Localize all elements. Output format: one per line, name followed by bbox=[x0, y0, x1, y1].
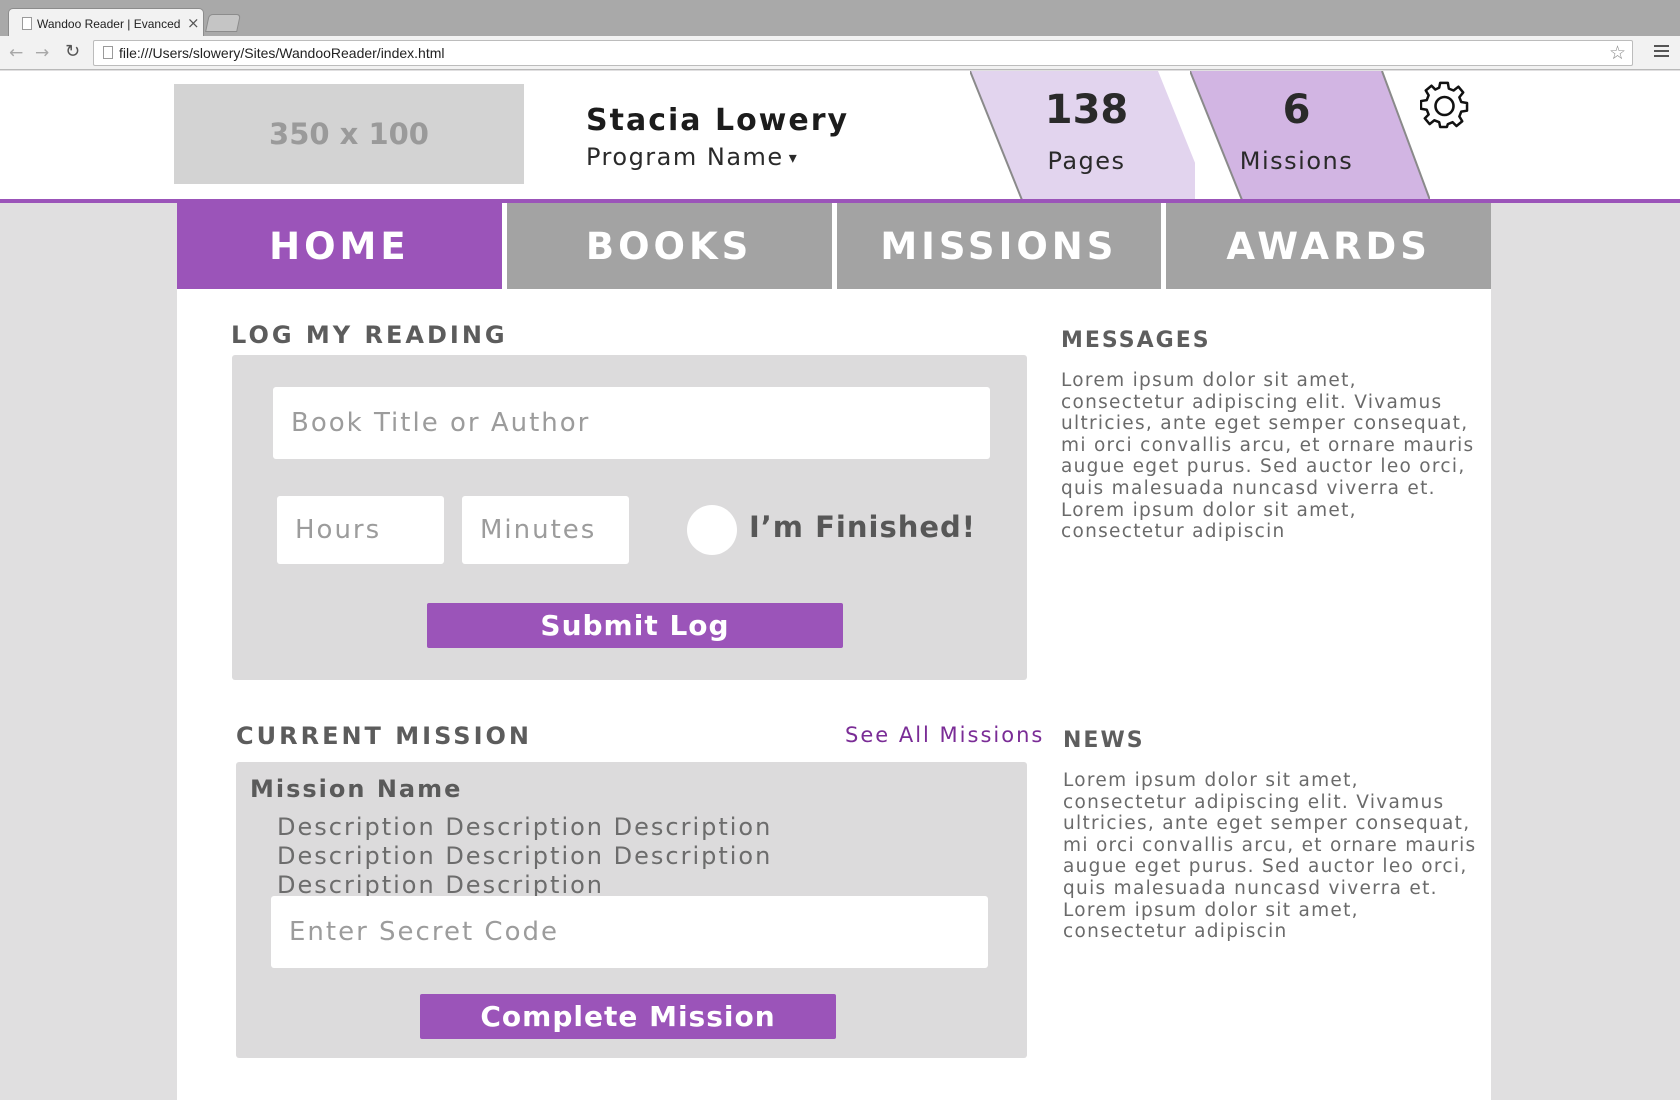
book-search-input[interactable] bbox=[273, 387, 990, 459]
log-reading-panel: I’m Finished! Submit Log bbox=[232, 355, 1027, 680]
user-name: Stacia Lowery bbox=[586, 103, 850, 138]
tab-missions[interactable]: MISSIONS bbox=[836, 203, 1162, 289]
hours-input[interactable] bbox=[277, 496, 444, 564]
secret-code-input[interactable] bbox=[271, 896, 988, 968]
chevron-down-icon: ▾ bbox=[788, 148, 799, 167]
url-text[interactable]: file:///Users/slowery/Sites/WandooReader… bbox=[119, 45, 445, 61]
new-tab-button[interactable] bbox=[205, 14, 241, 32]
tab-books[interactable]: BOOKS bbox=[506, 203, 832, 289]
browser-toolbar: ← → ↻ file:///Users/slowery/Sites/Wandoo… bbox=[0, 36, 1680, 70]
main-nav: HOME BOOKS MISSIONS AWARDS bbox=[177, 203, 1491, 289]
browser-tab-title: Wandoo Reader | Evanced bbox=[37, 17, 181, 31]
news-body: Lorem ipsum dolor sit amet, consectetur … bbox=[1063, 770, 1477, 943]
missions-count: 6 bbox=[1282, 87, 1311, 133]
program-label: Program Name bbox=[586, 143, 784, 171]
program-select[interactable]: Program Name ▾ bbox=[586, 143, 798, 171]
document-icon bbox=[22, 17, 32, 30]
pages-label: Pages bbox=[1047, 147, 1126, 175]
hamburger-icon[interactable] bbox=[1654, 45, 1669, 60]
browser-tab[interactable]: Wandoo Reader | Evanced × bbox=[8, 8, 204, 38]
finished-label: I’m Finished! bbox=[749, 510, 977, 544]
messages-title: MESSAGES bbox=[1061, 328, 1211, 353]
log-reading-title: LOG MY READING bbox=[231, 321, 508, 349]
main-content: HOME BOOKS MISSIONS AWARDS LOG MY READIN… bbox=[177, 203, 1491, 1100]
missions-label: Missions bbox=[1239, 147, 1354, 175]
arrow-right-icon[interactable]: → bbox=[35, 43, 49, 63]
browser-tab-strip: Wandoo Reader | Evanced × bbox=[0, 0, 1680, 38]
tab-awards[interactable]: AWARDS bbox=[1166, 203, 1491, 289]
mission-description: Description Description Description Desc… bbox=[277, 813, 773, 899]
pages-stat[interactable]: 138 Pages bbox=[970, 71, 1195, 200]
missions-stat[interactable]: 6 Missions bbox=[1190, 71, 1430, 200]
submit-log-button[interactable]: Submit Log bbox=[427, 603, 843, 648]
current-mission-panel: Mission Name Description Description Des… bbox=[236, 762, 1027, 1058]
star-icon[interactable]: ☆ bbox=[1609, 42, 1626, 64]
complete-mission-button[interactable]: Complete Mission bbox=[420, 994, 836, 1039]
news-title: NEWS bbox=[1063, 728, 1145, 753]
minutes-input[interactable] bbox=[462, 496, 629, 564]
close-tab-icon[interactable]: × bbox=[187, 14, 200, 32]
mission-name: Mission Name bbox=[250, 775, 463, 803]
address-bar[interactable]: file:///Users/slowery/Sites/WandooReader… bbox=[93, 40, 1633, 66]
arrow-left-icon[interactable]: ← bbox=[9, 43, 23, 63]
page-icon bbox=[103, 46, 113, 59]
tab-home[interactable]: HOME bbox=[177, 203, 502, 289]
current-mission-title: CURRENT MISSION bbox=[236, 722, 532, 750]
see-all-missions-link[interactable]: See All Missions bbox=[845, 723, 1044, 747]
pages-count: 138 bbox=[1044, 87, 1129, 133]
messages-body: Lorem ipsum dolor sit amet, consectetur … bbox=[1061, 370, 1475, 543]
finished-toggle[interactable] bbox=[687, 505, 737, 555]
reload-icon[interactable]: ↻ bbox=[65, 41, 80, 62]
site-header: 350 x 100 Stacia Lowery Program Name ▾ 13… bbox=[0, 71, 1680, 200]
gear-icon[interactable] bbox=[1420, 81, 1470, 131]
logo-placeholder: 350 x 100 bbox=[174, 84, 524, 184]
